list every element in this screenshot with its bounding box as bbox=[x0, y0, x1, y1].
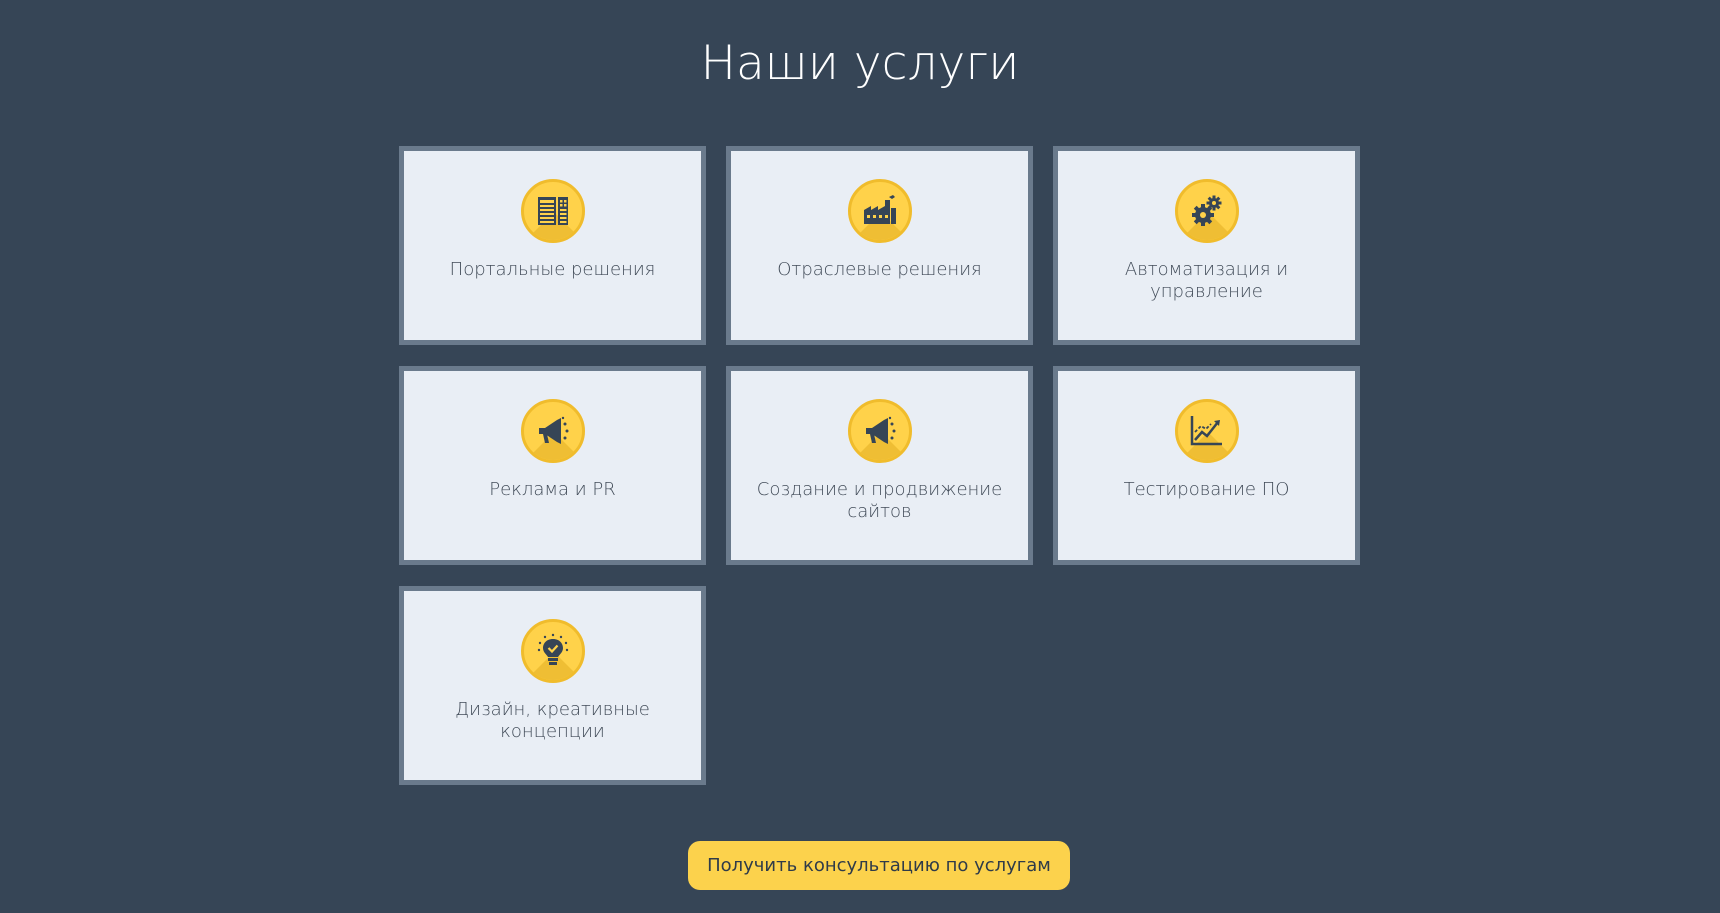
service-card-label: Автоматизация и управление bbox=[1124, 259, 1289, 302]
page-title: Наши услуги bbox=[700, 36, 1020, 91]
service-card-web[interactable]: Создание и продвижение сайтов bbox=[726, 366, 1033, 565]
service-card-industry[interactable]: Отраслевые решения bbox=[726, 146, 1033, 345]
service-card-label: Отраслевые решения bbox=[777, 259, 982, 280]
factory-icon bbox=[847, 179, 912, 243]
services-grid: Портальные решения Отраслевые решения Ав… bbox=[399, 146, 1360, 785]
services-page: Наши услуги Портальные решения Отраслевы… bbox=[0, 0, 1720, 913]
service-card-label: Реклама и PR bbox=[489, 479, 616, 500]
megaphone-icon bbox=[520, 399, 585, 463]
service-card-label: Создание и продвижение сайтов bbox=[756, 479, 1003, 522]
service-card-automation[interactable]: Автоматизация и управление bbox=[1053, 146, 1360, 345]
portal-grid-icon bbox=[520, 179, 585, 243]
service-card-design[interactable]: Дизайн, креативные концепции bbox=[399, 586, 706, 785]
growth-chart-icon bbox=[1174, 399, 1239, 463]
service-card-label: Тестирование ПО bbox=[1123, 479, 1290, 500]
gears-icon bbox=[1174, 179, 1239, 243]
service-card-label: Дизайн, креативные концепции bbox=[455, 699, 650, 742]
megaphone-icon bbox=[847, 399, 912, 463]
lightbulb-icon bbox=[520, 619, 585, 683]
get-consultation-button[interactable]: Получить консультацию по услугам bbox=[688, 841, 1070, 890]
service-card-advertising[interactable]: Реклама и PR bbox=[399, 366, 706, 565]
service-card-testing[interactable]: Тестирование ПО bbox=[1053, 366, 1360, 565]
service-card-portal[interactable]: Портальные решения bbox=[399, 146, 706, 345]
service-card-label: Портальные решения bbox=[449, 259, 656, 280]
